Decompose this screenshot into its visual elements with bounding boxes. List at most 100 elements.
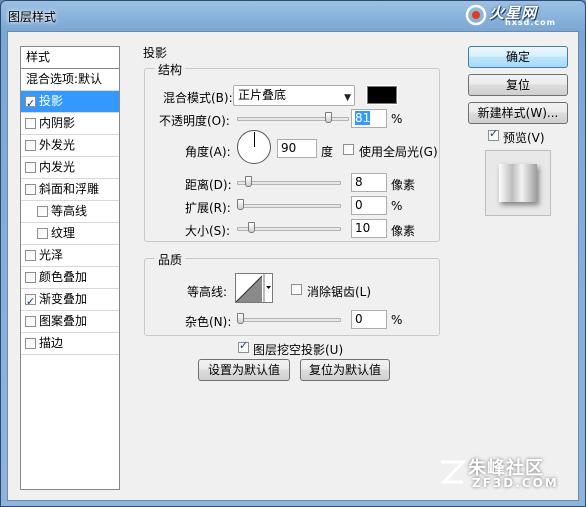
global-light-label: 使用全局光(G)	[359, 145, 438, 159]
watermark-logo-icon	[440, 460, 466, 484]
style-item[interactable]: 颜色叠加	[21, 267, 119, 289]
opacity-slider-thumb[interactable]	[324, 112, 332, 123]
style-item-label: 光泽	[39, 248, 64, 262]
distance-label: 距离(D):	[185, 178, 232, 192]
style-item[interactable]: 渐变叠加	[21, 289, 119, 312]
style-item-label: 等高线	[51, 204, 88, 218]
angle-unit: 度	[321, 145, 334, 159]
anti-alias-checkbox[interactable]	[291, 284, 302, 295]
distance-slider[interactable]	[237, 181, 341, 185]
opacity-label: 不透明度(O):	[159, 114, 230, 128]
preview-checkbox[interactable]	[488, 127, 499, 141]
style-item-checkbox[interactable]	[25, 338, 36, 349]
noise-slider[interactable]	[237, 318, 341, 322]
style-item[interactable]: 纹理	[21, 223, 119, 245]
style-item[interactable]: 投影	[21, 91, 119, 114]
knockout-label: 图层挖空投影(U)	[253, 343, 344, 357]
angle-label: 角度(A):	[185, 145, 231, 159]
style-item-label: 外发光	[39, 138, 76, 152]
blend-mode-value: 正片叠底	[238, 88, 287, 102]
logo-mark-icon	[465, 4, 487, 26]
noise-unit: %	[391, 313, 403, 327]
dialog-client-area: 样式 混合选项:默认 投影内阴影外发光内发光斜面和浮雕等高线纹理光泽颜色叠加渐变…	[7, 31, 579, 501]
opacity-value: 81	[355, 111, 371, 125]
style-item-label: 纹理	[51, 226, 76, 240]
style-list-header-label: 样式	[26, 50, 51, 64]
style-item-checkbox[interactable]	[25, 291, 36, 312]
title-bar[interactable]: 图层样式 火星网 hxsd.com	[1, 1, 585, 31]
angle-value: 90	[281, 141, 297, 155]
style-item-label: 描边	[39, 336, 64, 350]
spread-unit: %	[391, 199, 403, 213]
spread-slider-thumb[interactable]	[237, 199, 244, 210]
distance-slider-thumb[interactable]	[245, 176, 252, 187]
angle-dial[interactable]	[237, 130, 271, 164]
distance-input[interactable]: 8	[351, 173, 387, 192]
noise-input[interactable]: 0	[351, 310, 387, 329]
style-item[interactable]: 图案叠加	[21, 311, 119, 333]
style-item-label: 投影	[39, 94, 64, 108]
zf3d-watermark: 朱峰社区 ZF3D.COM	[438, 452, 568, 494]
spread-value: 0	[355, 198, 363, 212]
global-light-checkbox[interactable]	[343, 144, 354, 155]
style-list: 样式 混合选项:默认 投影内阴影外发光内发光斜面和浮雕等高线纹理光泽颜色叠加渐变…	[20, 46, 120, 490]
style-item-checkbox[interactable]	[25, 162, 36, 173]
style-item[interactable]: 斜面和浮雕	[21, 179, 119, 201]
style-item-checkbox[interactable]	[25, 272, 36, 283]
opacity-input[interactable]: 81	[351, 109, 387, 128]
noise-slider-thumb[interactable]	[237, 313, 244, 324]
window-title: 图层样式	[8, 10, 57, 24]
style-item[interactable]: 光泽	[21, 245, 119, 267]
quality-title: 品质	[155, 251, 186, 268]
size-input[interactable]: 10	[351, 219, 387, 238]
spread-slider[interactable]	[237, 204, 341, 208]
style-item-checkbox[interactable]	[25, 140, 36, 151]
style-item-checkbox[interactable]	[25, 184, 36, 195]
style-item[interactable]: 描边	[21, 333, 119, 355]
style-list-header[interactable]: 样式	[21, 47, 119, 69]
style-item-checkbox[interactable]	[37, 206, 48, 217]
distance-value: 8	[355, 175, 363, 189]
noise-value: 0	[355, 312, 363, 326]
style-item-label: 渐变叠加	[39, 292, 88, 306]
shadow-color-swatch[interactable]	[366, 85, 398, 105]
style-item-label: 斜面和浮雕	[39, 182, 100, 196]
knockout-checkbox[interactable]	[238, 339, 249, 353]
blend-options-item[interactable]: 混合选项:默认	[21, 69, 119, 91]
anti-alias-label: 消除锯齿(L)	[307, 285, 372, 299]
set-default-button[interactable]: 设置为默认值	[198, 359, 290, 381]
watermark-sub: ZF3D.COM	[472, 476, 559, 490]
style-item-checkbox[interactable]	[25, 316, 36, 327]
size-unit: 像素	[391, 224, 416, 238]
blend-mode-label: 混合模式(B):	[163, 91, 233, 105]
style-preview	[485, 150, 551, 216]
structure-title: 结构	[155, 61, 186, 78]
style-item-checkbox[interactable]	[25, 118, 36, 129]
reset-button[interactable]: 复位	[468, 74, 568, 96]
angle-input[interactable]: 90	[277, 139, 317, 158]
contour-picker[interactable]	[235, 273, 273, 303]
style-item-label: 颜色叠加	[39, 270, 88, 284]
structure-group: 结构 混合模式(B): 正片叠底 ▼ 不透明度(O): 81 % 角度(A): …	[144, 61, 440, 242]
contour-label: 等高线:	[187, 285, 228, 299]
style-item[interactable]: 内发光	[21, 157, 119, 179]
style-item[interactable]: 等高线	[21, 201, 119, 223]
style-item[interactable]: 内阴影	[21, 113, 119, 135]
size-slider-thumb[interactable]	[248, 222, 255, 233]
layer-style-window: 图层样式 火星网 hxsd.com 样式 混合选项:默认 投影内阴影外发光内发光…	[0, 0, 586, 507]
style-item-checkbox[interactable]	[37, 228, 48, 239]
spread-label: 扩展(R):	[185, 201, 231, 215]
drop-shadow-title: 投影	[140, 44, 171, 61]
logo-sub: hxsd.com	[505, 18, 556, 27]
ok-button[interactable]: 确定	[468, 46, 568, 68]
style-item-checkbox[interactable]	[25, 250, 36, 261]
style-item-checkbox[interactable]	[25, 93, 36, 114]
blend-mode-select[interactable]: 正片叠底 ▼	[233, 85, 355, 106]
style-preview-swatch	[499, 164, 537, 202]
style-item[interactable]: 外发光	[21, 135, 119, 157]
new-style-button[interactable]: 新建样式(W)...	[468, 102, 568, 124]
chevron-down-icon: ▼	[344, 93, 351, 103]
spread-input[interactable]: 0	[351, 196, 387, 215]
reset-default-button[interactable]: 复位为默认值	[300, 359, 390, 381]
opacity-slider[interactable]	[237, 117, 349, 121]
